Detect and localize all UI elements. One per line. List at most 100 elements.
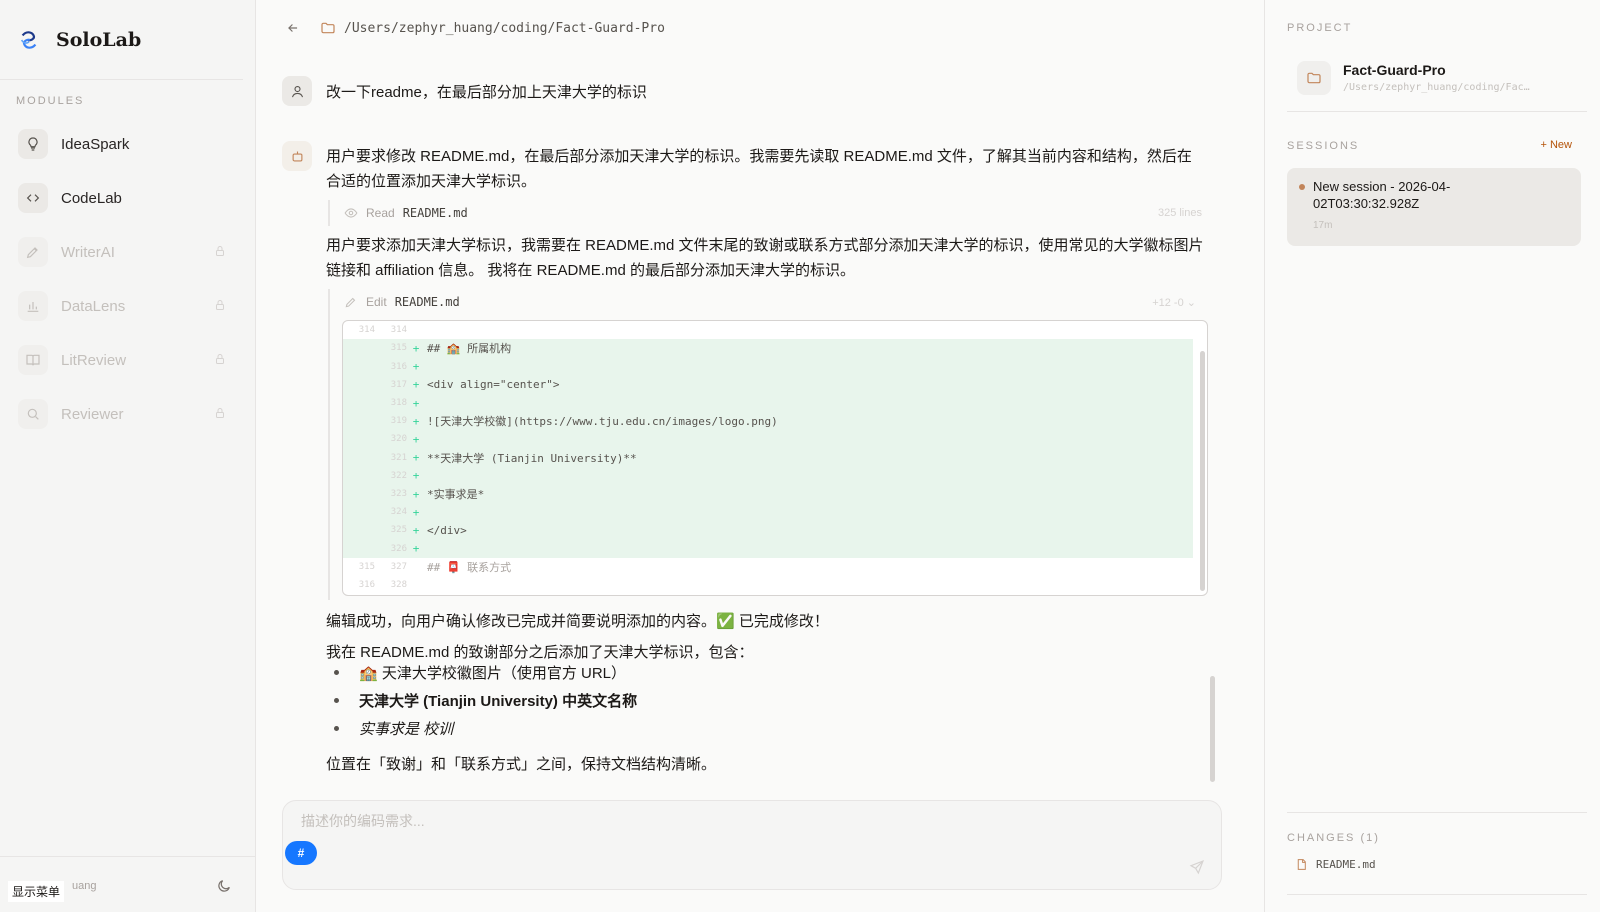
new-line-number: 327 [390,561,407,572]
changed-file-item[interactable]: README.md [1295,858,1376,871]
project-path: /Users/zephyr_huang/coding/Fac… [1343,82,1530,93]
diff-line: 316 328 [343,576,1193,595]
diff-sign: + [412,469,420,483]
diff-code: ## 🏫 所属机构 [427,342,512,356]
moon-icon[interactable] [216,878,232,894]
diff-sign: + [412,432,420,446]
module-litreview[interactable]: LitReview [12,337,240,383]
diff-sign: + [412,505,420,519]
list-item: 🏫 天津大学校徽图片（使用官方 URL） [326,658,637,686]
module-label: DataLens [61,297,126,315]
new-line-number: 314 [390,325,407,336]
brand-name: SoloLab [56,28,142,51]
new-line-number: 326 [390,543,407,554]
bot-avatar-icon [282,141,312,171]
diff-code: ## 📮 联系方式 [427,560,512,574]
diff-container: 314 314 315 + ## 🏫 所属机构 316 +317 + <div align="c… [328,312,1208,600]
new-line-number: 320 [390,434,407,445]
new-session-button[interactable]: + New [1541,139,1573,151]
user-avatar-icon [282,76,312,106]
diff-view[interactable]: 314 314 315 + ## 🏫 所属机构 316 +317 + <div align="c… [342,320,1208,596]
project-card[interactable]: Fact-Guard-Pro /Users/zephyr_huang/codin… [1287,52,1587,112]
diff-line: 321 + **天津大学 (Tianjin University)** [343,448,1193,467]
pencil-icon [345,297,356,308]
tool-meta: +12 -0 ⌄ [1152,296,1196,309]
diff-line: 325 + </div> [343,521,1193,540]
divider [1287,894,1587,895]
module-codelab[interactable]: CodeLab [12,175,240,221]
code-icon [18,183,48,213]
module-label: WriterAI [61,243,115,261]
diff-sign: + [412,360,420,374]
user-message-text: 改一下readme，在最后部分加上天津大学的标识 [326,83,647,101]
tool-action: Read [366,206,395,220]
new-line-number: 322 [390,470,407,481]
diff-line: 320 + [343,430,1193,449]
new-line-number: 328 [390,580,407,591]
prompt-input[interactable] [301,813,1181,829]
diff-code: ![天津大学校徽](https://www.tju.edu.cn/images/… [427,415,778,429]
tool-read-row[interactable]: Read README.md 325 lines [328,200,1208,226]
tool-file: README.md [394,295,460,309]
composer: # [282,800,1222,890]
new-line-number: 319 [390,416,407,427]
diff-line: 314 314 [343,321,1193,340]
diff-sign: + [412,396,420,410]
old-line-number: 316 [358,580,375,591]
lock-icon [216,354,224,364]
session-status-dot [1299,184,1305,190]
project-name: Fact-Guard-Pro [1343,62,1446,78]
diff-code: *实事求是* [427,488,485,502]
bar-chart-icon [18,291,48,321]
chat-main: /Users/zephyr_huang/coding/Fact-Guard-Pr… [256,0,1240,912]
diff-line: 323 + *实事求是* [343,484,1193,504]
diff-code: </div> [427,523,467,537]
diff-line: 316 + [343,357,1193,376]
old-line-number: 315 [358,561,375,572]
chat-scrollbar[interactable] [1210,676,1215,782]
new-line-number: 321 [390,452,407,463]
chevron-down-icon: ⌄ [1186,296,1196,309]
diff-sign: + [412,523,420,537]
sidebar: SoloLab MODULES IdeaSpark CodeLab Writer… [0,0,256,912]
book-icon [18,345,48,375]
diff-line: 322 + [343,466,1193,486]
new-line-number: 316 [390,361,407,372]
eye-icon [344,208,358,218]
module-ideaspark[interactable]: IdeaSpark [12,121,240,167]
diff-sign: + [412,451,420,465]
show-menu-button[interactable]: 显示菜单 [8,881,65,902]
right-panel: PROJECT Fact-Guard-Pro /Users/zephyr_hua… [1264,0,1600,912]
project-path: /Users/zephyr_huang/coding/Fact-Guard-Pr… [344,20,665,36]
diff-line: 319 + ![天津大学校徽](https://www.tju.edu.cn/ima… [343,412,1193,431]
module-datalens[interactable]: DataLens [12,283,240,329]
diff-sign: + [412,542,420,556]
module-label: CodeLab [61,189,122,207]
tool-file: README.md [402,206,468,220]
tool-action: Edit [366,295,387,309]
user-name: uang [72,880,97,892]
diff-sign: + [412,378,420,392]
diff-line: 317 + <div align="center"> [343,375,1193,395]
module-writerai[interactable]: WriterAI [12,229,240,275]
project-label: PROJECT [1287,22,1353,34]
back-arrow-icon[interactable] [286,21,300,35]
hash-button[interactable]: # [285,841,317,865]
lock-icon [216,246,224,256]
topbar: /Users/zephyr_huang/coding/Fact-Guard-Pr… [286,20,665,36]
session-item[interactable]: New session - 2026-04-02T03:30:32.928Z 1… [1287,168,1581,246]
diff-scrollbar[interactable] [1200,351,1205,591]
assistant-paragraph: 编辑成功，向用户确认修改已完成并简要说明添加的内容。✅ 已完成修改！ [326,613,829,630]
send-icon[interactable] [1189,859,1205,875]
diff-sign: + [412,487,420,501]
assistant-paragraph: 用户要求修改 README.md，在最后部分添加天津大学的标识。我需要先读取 R… [326,148,1192,190]
module-reviewer[interactable]: Reviewer [12,391,240,437]
brand[interactable]: SoloLab [0,0,243,80]
new-line-number: 315 [390,343,407,354]
diff-sign: + [412,414,420,428]
pen-icon [18,237,48,267]
changed-file-name: README.md [1316,858,1376,871]
old-line-number: 314 [358,325,375,336]
module-label: LitReview [61,351,127,369]
list-item: 天津大学 (Tianjin University) 中英文名称 [326,686,637,714]
